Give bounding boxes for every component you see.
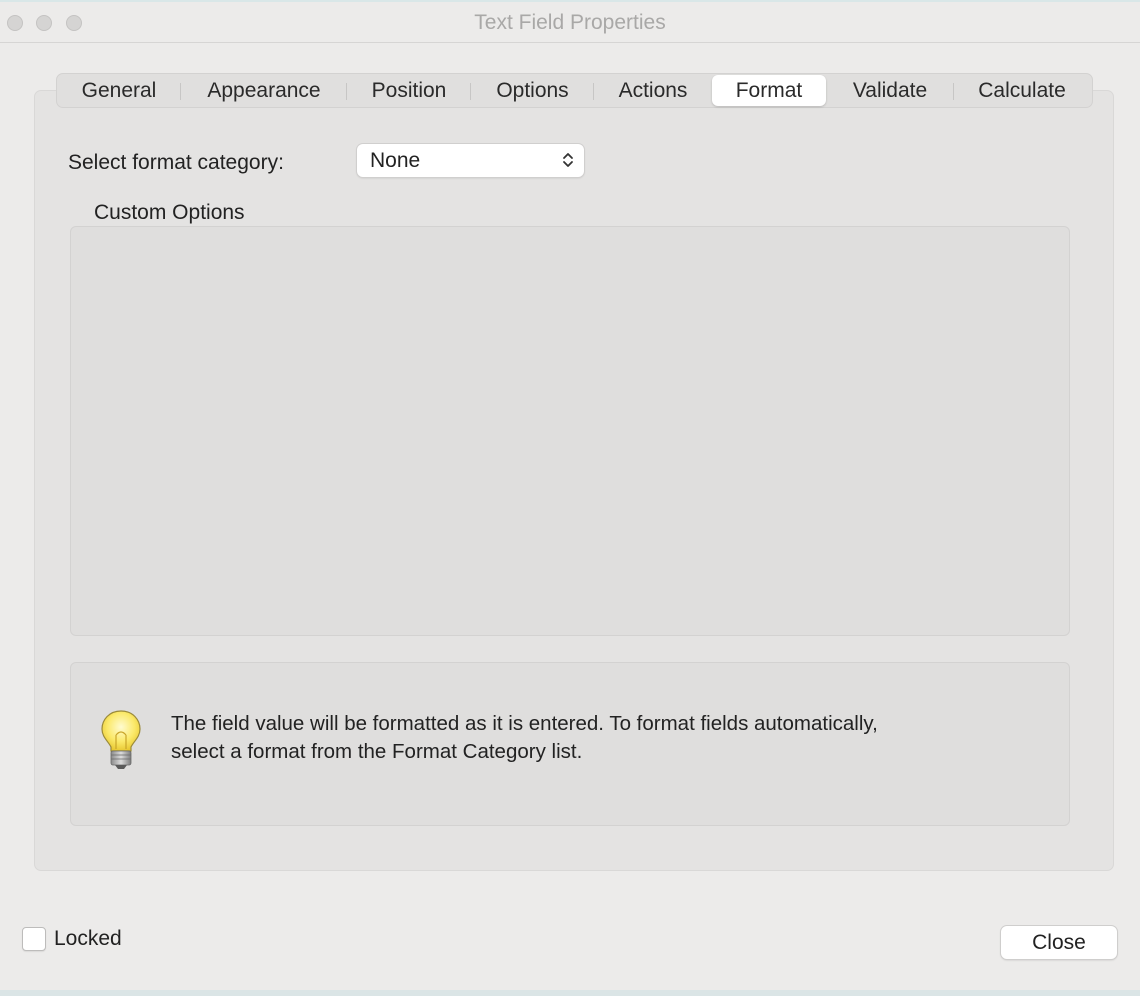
info-message: The field value will be formatted as it … — [171, 710, 1031, 766]
tab-bar: General Appearance Position Options Acti… — [56, 73, 1093, 108]
tab-options[interactable]: Options — [471, 75, 594, 106]
tab-actions[interactable]: Actions — [594, 75, 712, 106]
up-down-chevron-icon — [563, 153, 573, 167]
window-title: Text Field Properties — [474, 11, 666, 34]
title-bar: Text Field Properties — [0, 2, 1140, 43]
tab-format[interactable]: Format — [712, 75, 826, 106]
text-field-properties-dialog: Text Field Properties General Appearance… — [0, 0, 1140, 996]
tab-general[interactable]: General — [57, 75, 181, 106]
locked-checkbox[interactable] — [22, 927, 46, 951]
format-category-select[interactable]: None — [357, 144, 584, 177]
desktop-background-bottom — [0, 990, 1140, 996]
tab-position[interactable]: Position — [347, 75, 471, 106]
tab-validate[interactable]: Validate — [826, 75, 954, 106]
format-category-value: None — [370, 148, 421, 172]
info-message-line-1: The field value will be formatted as it … — [171, 712, 878, 735]
lightbulb-icon — [101, 710, 141, 769]
info-message-line-2: select a format from the Format Category… — [171, 740, 583, 763]
close-button[interactable]: Close — [1001, 926, 1117, 959]
tab-appearance[interactable]: Appearance — [181, 75, 347, 106]
tab-calculate[interactable]: Calculate — [954, 75, 1090, 106]
custom-options-group — [70, 226, 1070, 636]
info-box: The field value will be formatted as it … — [70, 662, 1070, 826]
custom-options-label: Custom Options — [94, 201, 245, 224]
locked-checkbox-row[interactable]: Locked — [22, 927, 122, 951]
format-category-label: Select format category: — [68, 151, 284, 174]
locked-label: Locked — [54, 927, 122, 950]
